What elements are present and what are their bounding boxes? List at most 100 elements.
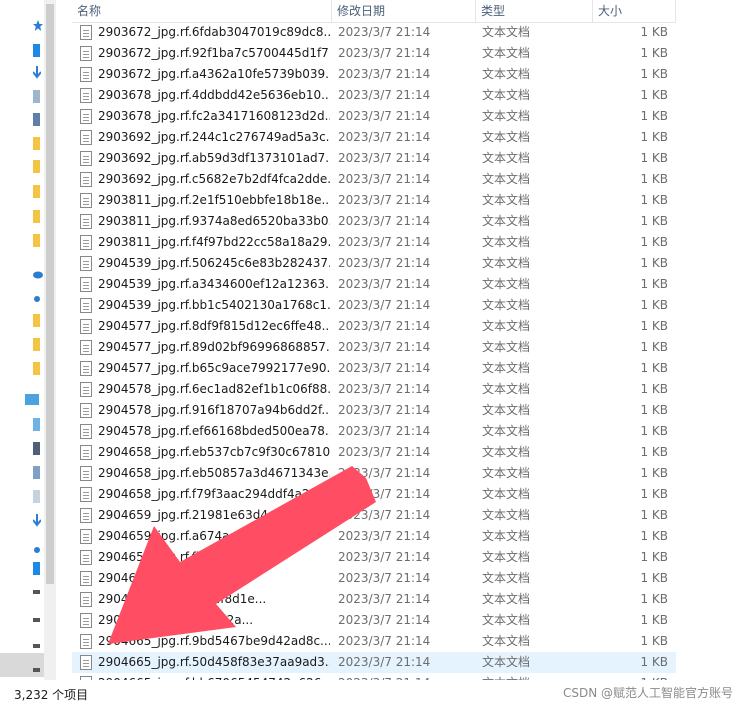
file-size: 1 KB (640, 508, 668, 522)
file-row[interactable]: 2904665_jpg.rf.50d458f83e37aa9ad3... 2023… (72, 652, 676, 673)
documents-icon[interactable] (33, 490, 40, 503)
file-size: 1 KB (640, 571, 668, 585)
file-row[interactable]: 2904665_jpg.rf.9bd5467be9d42ad8c... 2023/… (72, 631, 676, 652)
text-file-icon (80, 256, 92, 271)
file-row[interactable]: 2903672_jpg.rf.6fdab3047019c89dc8... 2023… (72, 22, 676, 43)
file-row[interactable]: 2904578_jpg.rf.916f18707a94b6dd2f... 2023… (72, 400, 676, 421)
text-file-icon (80, 46, 92, 61)
selected-nav-item[interactable] (0, 653, 44, 677)
folder-icon[interactable] (33, 338, 40, 351)
drive-icon[interactable] (33, 668, 40, 672)
file-row[interactable]: 2903811_jpg.rf.9374a8ed6520ba33b0... 2023… (72, 211, 676, 232)
text-file-icon (80, 571, 92, 586)
onedrive-cloud-icon[interactable] (33, 268, 43, 281)
file-row[interactable]: 290...58fa0c53168ed2a... 2023/3/7 21:14 文本… (72, 610, 676, 631)
file-row[interactable]: 2904578_jpg.rf.6ec1ad82ef1b1c06f88... 202… (72, 379, 676, 400)
folder-icon[interactable] (33, 234, 40, 247)
file-size: 1 KB (640, 634, 668, 648)
file-row[interactable]: 290466...9daf2d8fe63... 2023/3/7 21:14 文本文… (72, 568, 676, 589)
file-row[interactable]: 2903692_jpg.rf.244c1c276749ad5a3c... 2023… (72, 127, 676, 148)
file-row[interactable]: 2904578_jpg.rf.ef66168bded500ea78... 2023… (72, 421, 676, 442)
column-size-header[interactable]: 大小 (593, 0, 676, 22)
desktop-icon[interactable] (33, 562, 40, 575)
text-file-icon (80, 424, 92, 439)
file-modified-date: 2023/3/7 21:14 (338, 214, 431, 228)
pictures-icon[interactable] (33, 466, 40, 479)
file-row[interactable]: 2904577_jpg.rf.b65c9ace7992177e90... 2023… (72, 358, 676, 379)
nav-scrollbar-thumb[interactable] (46, 4, 54, 584)
file-modified-date: 2023/3/7 21:14 (338, 340, 431, 354)
file-row[interactable]: 2904659_jpg.rf.fb...11202e... 2023/3/7 21… (72, 547, 676, 568)
file-row[interactable]: 2904577_jpg.rf.89d02bf96996868857... 2023… (72, 337, 676, 358)
text-file-icon (80, 214, 92, 229)
folder-icon[interactable] (33, 314, 40, 327)
file-row[interactable]: 2903692_jpg.rf.c5682e7b2df4fca2dde... 202… (72, 169, 676, 190)
file-size: 1 KB (640, 487, 668, 501)
column-name-header[interactable]: 名称 (72, 0, 332, 22)
video-icon[interactable] (33, 442, 40, 455)
download-icon[interactable] (32, 514, 42, 527)
file-row[interactable]: 2903678_jpg.rf.4ddbdd42e5636eb10... 2023/… (72, 85, 676, 106)
3d-objects-icon[interactable] (33, 418, 40, 431)
music-icon[interactable] (33, 540, 40, 553)
navigation-pane (0, 0, 56, 680)
file-row[interactable]: 2903811_jpg.rf.f4f97bd22cc58a18a29... 202… (72, 232, 676, 253)
file-modified-date: 2023/3/7 21:14 (338, 382, 431, 396)
file-row[interactable]: 2904658_jpg.rf.eb537cb7c9f30c67810... 202… (72, 442, 676, 463)
text-file-icon (80, 130, 92, 145)
file-row[interactable]: 2904539_jpg.rf.506245c6e83b282437... 2023… (72, 253, 676, 274)
column-modified-header[interactable]: 修改日期 (332, 0, 476, 22)
file-row[interactable]: 29046...49fe019052f8d1e... 2023/3/7 21:14… (72, 589, 676, 610)
file-type: 文本文档 (482, 193, 531, 207)
file-type: 文本文档 (482, 613, 531, 627)
folder-icon[interactable] (33, 137, 40, 150)
file-row[interactable]: 2904539_jpg.rf.bb1c5402130a1768c1... 2023… (72, 295, 676, 316)
file-row[interactable]: 2904665_jpg.rf.bb67065454742e626... 2023/… (72, 673, 676, 680)
file-row[interactable]: 2904539_jpg.rf.a3434600ef12a12363... 2023… (72, 274, 676, 295)
file-modified-date: 2023/3/7 21:14 (338, 319, 431, 333)
drive-icon[interactable] (33, 618, 40, 622)
file-row[interactable]: 2904659_jpg.rf.21981e63d4e959... 2023/3/7… (72, 505, 676, 526)
file-name: 2904665_jpg.rf.50d458f83e37aa9ad3... (98, 655, 330, 669)
column-type-header[interactable]: 类型 (476, 0, 593, 22)
file-row[interactable]: 2904658_jpg.rf.f79f3aac294ddf4a250... 202… (72, 484, 676, 505)
folder-icon[interactable] (33, 362, 40, 375)
desktop-icon[interactable] (33, 44, 40, 57)
file-size: 1 KB (640, 151, 668, 165)
pictures-icon[interactable] (33, 113, 40, 126)
file-size: 1 KB (640, 340, 668, 354)
documents-icon[interactable] (33, 90, 40, 103)
file-type: 文本文档 (482, 673, 530, 680)
file-type: 文本文档 (482, 424, 531, 438)
file-row[interactable]: 2903811_jpg.rf.2e1f510ebbfe18b18e... 2023… (72, 190, 676, 211)
file-row[interactable]: 2904658_jpg.rf.eb50857a3d4671343e... 2023… (72, 463, 676, 484)
quick-access-star-icon[interactable] (33, 20, 43, 33)
file-type: 文本文档 (482, 46, 531, 60)
folder-icon[interactable] (33, 160, 40, 173)
text-file-icon (80, 550, 92, 565)
file-modified-date: 2023/3/7 21:14 (338, 193, 431, 207)
this-pc-icon[interactable] (25, 394, 39, 405)
folder-icon[interactable] (33, 185, 40, 198)
file-row[interactable]: 2904577_jpg.rf.8df9f815d12ec6ffe48... 202… (72, 316, 676, 337)
file-row[interactable]: 2904659_jpg.rf.a674ae5b...b96... 2023/3/7… (72, 526, 676, 547)
download-icon[interactable] (32, 66, 42, 79)
file-name: 2904578_jpg.rf.916f18707a94b6dd2f... (98, 403, 330, 417)
text-file-icon (80, 277, 92, 292)
file-row[interactable]: 2903672_jpg.rf.92f1ba7c5700445d1f7... 202… (72, 43, 676, 64)
folder-icon[interactable] (33, 210, 40, 223)
file-type: 文本文档 (482, 151, 531, 165)
cloud-item-icon[interactable] (33, 292, 40, 305)
file-modified-date: 2023/3/7 21:14 (338, 613, 431, 627)
drive-icon[interactable] (33, 644, 40, 648)
file-row[interactable]: 2903672_jpg.rf.a4362a10fe5739b039... 2023… (72, 64, 676, 85)
file-row[interactable]: 2903692_jpg.rf.ab59d3df1373101ad7... 2023… (72, 148, 676, 169)
text-file-icon (80, 172, 92, 187)
file-name: 2904665_jpg.rf.9bd5467be9d42ad8c... (98, 634, 330, 648)
drive-icon[interactable] (33, 590, 40, 594)
file-type: 文本文档 (482, 361, 531, 375)
file-list-pane: 名称 修改日期 类型 大小 2903672_jpg.rf.6fdab304701… (72, 0, 743, 680)
file-modified-date: 2023/3/7 21:14 (338, 151, 431, 165)
file-row[interactable]: 2903678_jpg.rf.fc2a34171608123d2d... 2023… (72, 106, 676, 127)
file-type: 文本文档 (482, 571, 531, 585)
